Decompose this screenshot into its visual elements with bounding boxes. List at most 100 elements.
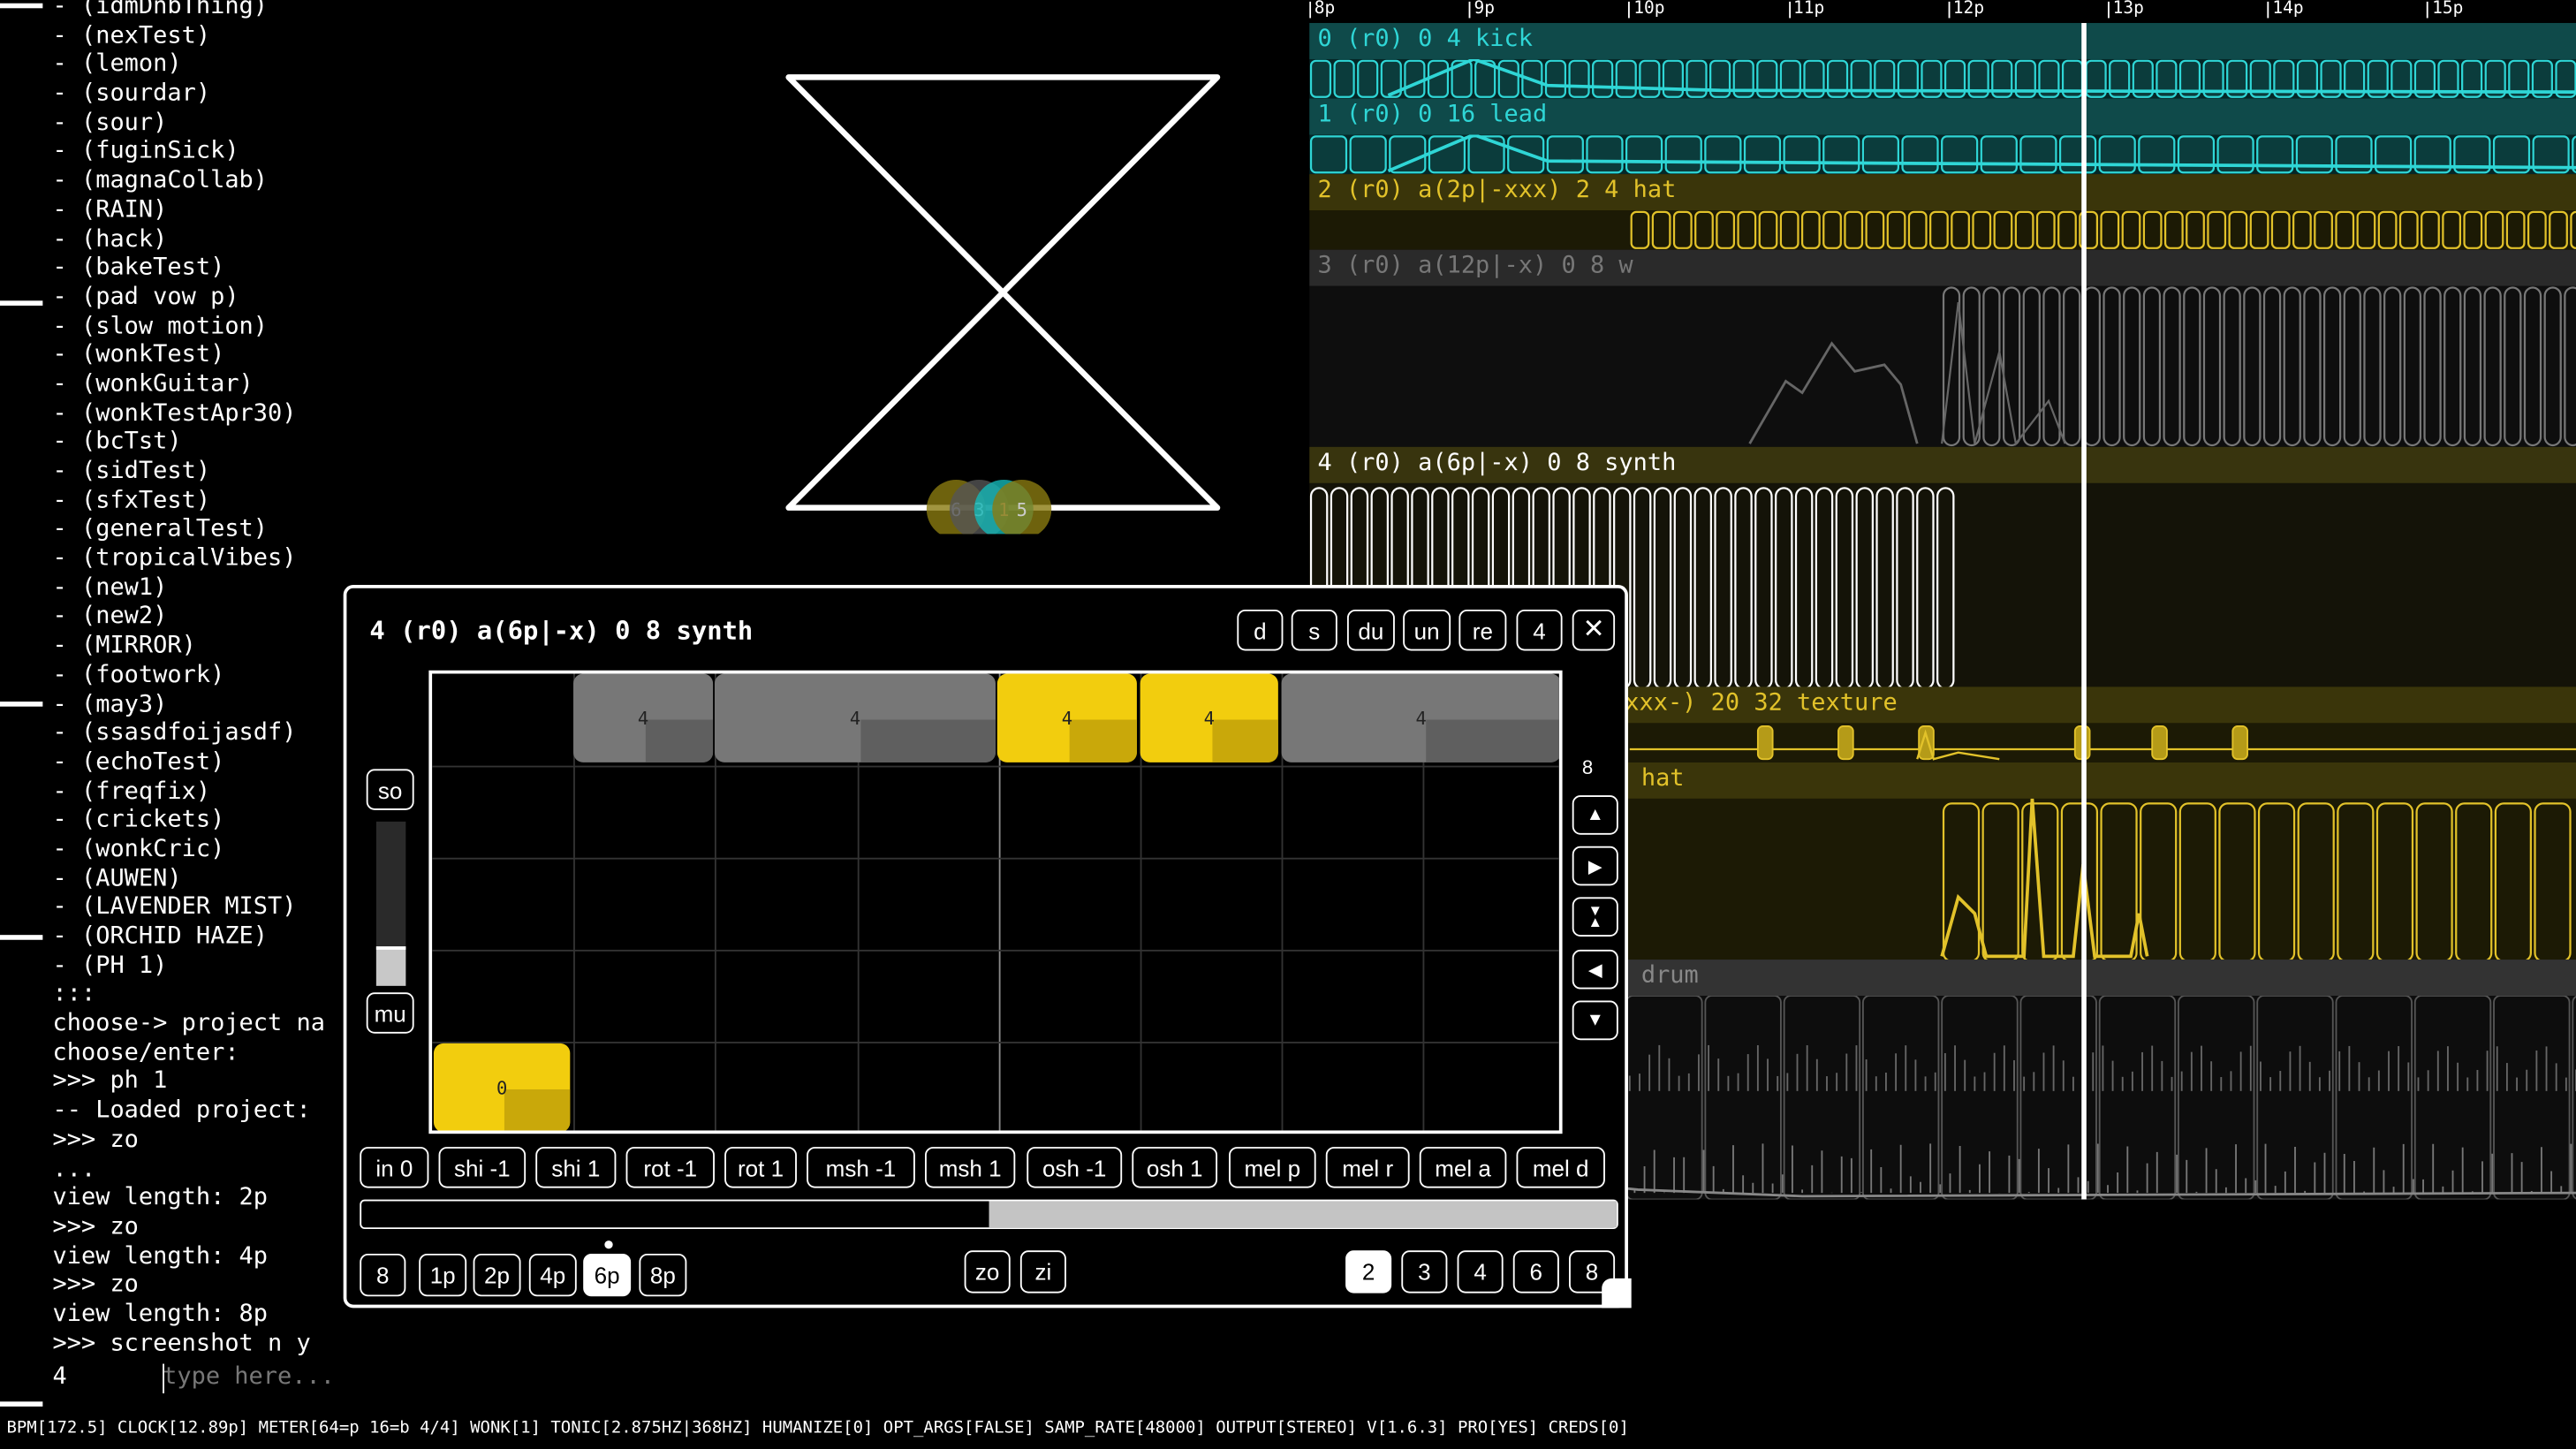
button-label: shi 1 [551,1154,601,1181]
volume-slider-fill [375,946,406,986]
console-line: - (ssasdfoijasdf) [52,719,297,747]
op-button[interactable]: shi 1 [535,1147,617,1188]
note-shade [1426,719,1559,762]
ruler-label: 13p [2112,0,2144,19]
division-button[interactable]: 6 [1512,1250,1559,1293]
console-line: - (echoTest) [52,748,225,776]
length-button[interactable]: 1p [419,1253,467,1297]
selected-dot [604,1240,613,1249]
op-button[interactable]: mel a [1419,1147,1507,1188]
op-button[interactable]: osh -1 [1027,1147,1123,1188]
zoom-button[interactable]: zi [1019,1250,1066,1293]
mute-button[interactable]: mu [366,992,414,1034]
note-block[interactable]: 4 [714,673,996,762]
button-label: s [1308,617,1321,644]
gutter-marker [0,935,43,940]
ruler-label: 15p [2432,0,2464,19]
button-label: msh -1 [825,1154,897,1181]
command-input[interactable] [163,1357,722,1397]
console-line: - (wonkGuitar) [52,371,254,398]
track-1[interactable]: 1 (r0) 0 16 lead [1309,98,2576,175]
op-button[interactable]: in 0 [360,1147,429,1188]
modal-btn-s[interactable]: s [1291,609,1337,651]
arrow-right-icon: ▶ [1587,856,1602,877]
track-title: 4 (r0) a(6p|-x) 0 8 synth [1317,450,1677,477]
track-2[interactable]: 2 (r0) a(2p|-xxx) 2 4 hat [1309,174,2576,250]
piano-roll-grid[interactable]: 4 4 4 4 4 0 [428,670,1563,1134]
note-block[interactable]: 4 [996,673,1137,762]
button-label: 8 [376,1262,390,1289]
op-button[interactable]: mel d [1516,1147,1605,1188]
ruler-label: 11p [1793,0,1825,19]
note-label: 4 [849,707,861,729]
modal-btn-du[interactable]: du [1346,609,1395,651]
division-button[interactable]: 3 [1401,1250,1448,1293]
track-content [1630,210,2576,249]
button-label: mel r [1342,1154,1394,1181]
console-line: - (lemon) [52,51,182,79]
scroll-up-button[interactable]: ▲ [1572,795,1618,835]
ruler-tick [2107,1,2110,19]
op-button[interactable]: msh 1 [925,1147,1016,1188]
solo-button[interactable]: so [366,769,414,810]
op-button[interactable]: rot 1 [724,1147,797,1188]
console-line: - (sidTest) [52,458,211,485]
note-label: 4 [1061,707,1073,729]
length-button[interactable]: 2p [473,1253,521,1297]
gutter-marker [0,3,43,9]
track-0[interactable]: 0 (r0) 0 4 kick [1309,23,2576,99]
track-title: hat [1640,765,1685,793]
modal-btn-un[interactable]: un [1403,609,1451,651]
op-button[interactable]: msh -1 [807,1147,915,1188]
op-button[interactable]: mel p [1229,1147,1316,1188]
console-line: - (sour) [52,110,168,136]
note-block[interactable]: 4 [1281,673,1559,762]
op-button[interactable]: mel r [1325,1147,1410,1188]
track-3[interactable]: 3 (r0) a(12p|-x) 0 8 w [1309,249,2576,447]
length-button[interactable]: 8 [360,1253,406,1297]
ruler-label: 12p [1952,0,1985,19]
note-block[interactable]: 4 [1140,673,1278,762]
expand-vertical-button[interactable]: ▼ ▲ [1572,897,1618,937]
note-block[interactable]: 4 [573,673,714,762]
grid-row-line [432,949,1559,952]
division-button[interactable]: 2 [1345,1250,1392,1293]
op-button[interactable]: shi -1 [438,1147,527,1188]
length-button[interactable]: 8p [639,1253,687,1297]
length-button[interactable]: 6p [583,1240,632,1297]
op-button[interactable]: rot -1 [625,1147,715,1188]
scrollbar-thumb[interactable] [989,1201,1617,1228]
ruler-label: 8p [1314,0,1336,19]
division-button[interactable]: 4 [1457,1250,1504,1293]
button-label: 1p [429,1262,456,1289]
ruler-label: 10p [1633,0,1665,19]
note-shade [646,719,714,762]
modal-btn-re[interactable]: re [1458,609,1507,651]
close-button[interactable]: ✕ [1572,609,1616,651]
volume-slider[interactable] [375,821,406,986]
scroll-down-button[interactable]: ▼ [1572,1000,1618,1041]
horizontal-scrollbar[interactable] [360,1199,1618,1230]
ruler-tick [1309,1,1312,19]
button-label: 2p [484,1262,511,1289]
resize-handle[interactable] [1602,1278,1632,1309]
track-title: xxx-) 20 32 texture [1625,690,1898,717]
length-button[interactable]: 4p [528,1253,577,1297]
grid-row-line [432,857,1559,860]
note-block[interactable]: 0 [433,1043,571,1131]
zoom-button[interactable]: zo [964,1250,1011,1293]
scroll-right-button[interactable]: ▶ [1572,846,1618,886]
console-line: >>> zo [52,1127,139,1154]
note-shade [504,1089,571,1131]
button-label: mel p [1244,1154,1301,1181]
note-label: 4 [637,707,649,729]
modal-btn-4[interactable]: 4 [1516,609,1563,651]
row-count-label: 8 [1581,755,1594,779]
button-label: 4 [1474,1258,1487,1286]
console-line: - (RAIN) [52,196,168,224]
button-label: mel a [1435,1154,1491,1181]
modal-btn-d[interactable]: d [1237,609,1284,651]
op-button[interactable]: osh 1 [1132,1147,1218,1188]
arrow-left-icon: ◀ [1587,960,1602,981]
scroll-left-button[interactable]: ◀ [1572,949,1618,990]
